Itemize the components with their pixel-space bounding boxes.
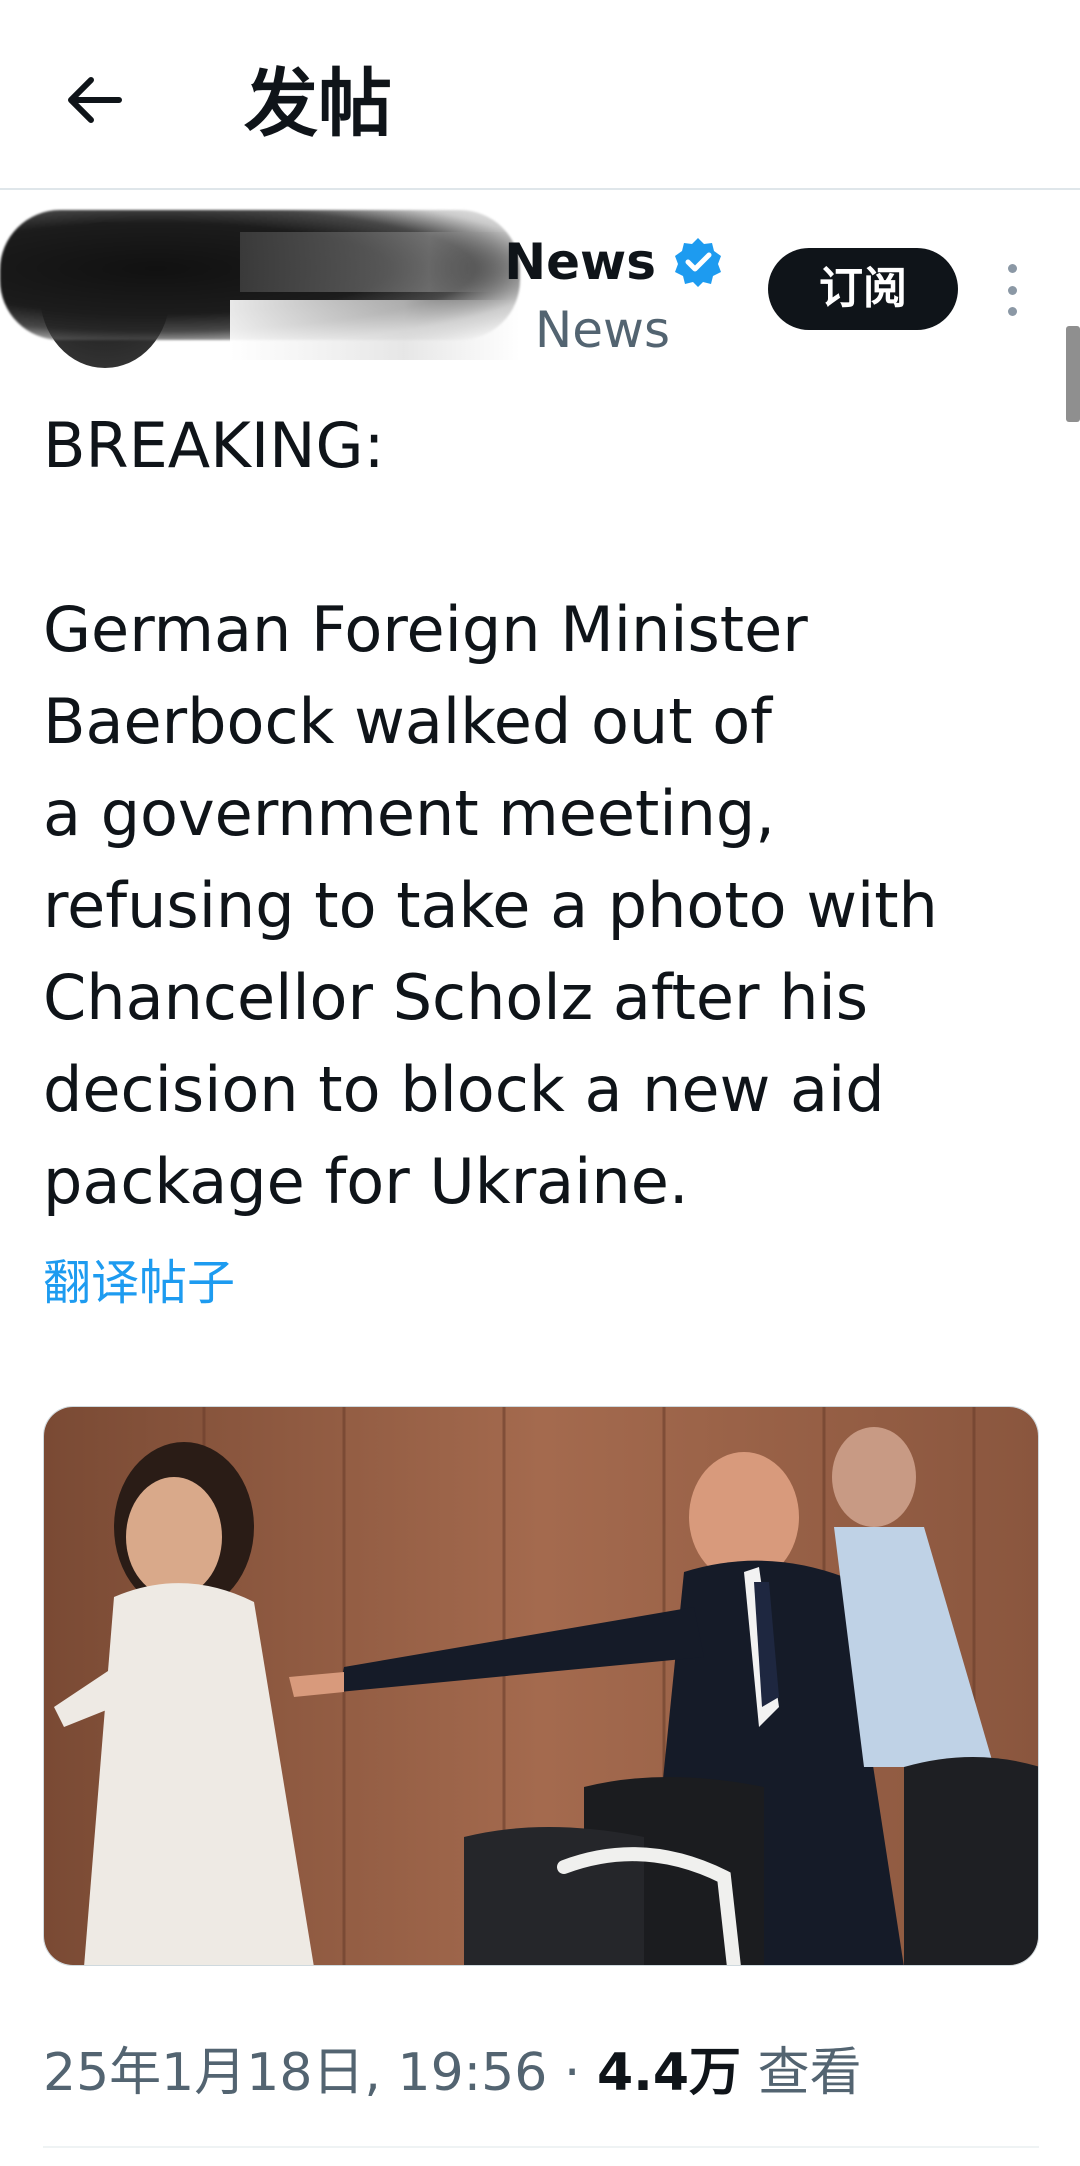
meta-separator: · xyxy=(547,2043,597,2103)
author-handle-text: News xyxy=(534,301,670,359)
translate-post-link[interactable]: 翻译帖子 xyxy=(43,1252,235,1314)
top-app-bar: 发帖 xyxy=(0,0,1080,190)
author-name[interactable]: News xyxy=(240,232,660,292)
author-handle[interactable]: News xyxy=(230,300,670,360)
verified-badge-icon xyxy=(675,238,721,287)
post-image[interactable] xyxy=(43,1406,1039,1966)
redaction-mask xyxy=(230,300,520,360)
post-timestamp[interactable]: 25年1月18日, 19:56 xyxy=(43,2043,547,2103)
back-button[interactable] xyxy=(55,60,135,140)
post-meta: 25年1月18日, 19:56 · 4.4万 查看 xyxy=(43,2040,1043,2106)
page-title: 发帖 xyxy=(244,61,392,147)
author-name-text: News xyxy=(504,233,656,291)
scrollbar-thumb[interactable] xyxy=(1066,326,1080,422)
views-label: 查看 xyxy=(741,2043,862,2103)
meeting-photo xyxy=(44,1407,1038,1965)
divider xyxy=(43,2146,1039,2148)
subscribe-button[interactable]: 订阅 xyxy=(768,248,958,330)
redaction-mask xyxy=(240,232,510,292)
more-vertical-icon-dot xyxy=(1007,285,1017,295)
arrow-left-icon xyxy=(68,77,122,123)
more-vertical-icon xyxy=(1007,264,1017,273)
views-count: 4.4万 xyxy=(596,2043,742,2103)
post-text: BREAKING: German Foreign Minister Baerbo… xyxy=(43,409,938,1218)
more-vertical-icon-dot xyxy=(1007,307,1017,316)
more-options-button[interactable] xyxy=(990,258,1034,322)
